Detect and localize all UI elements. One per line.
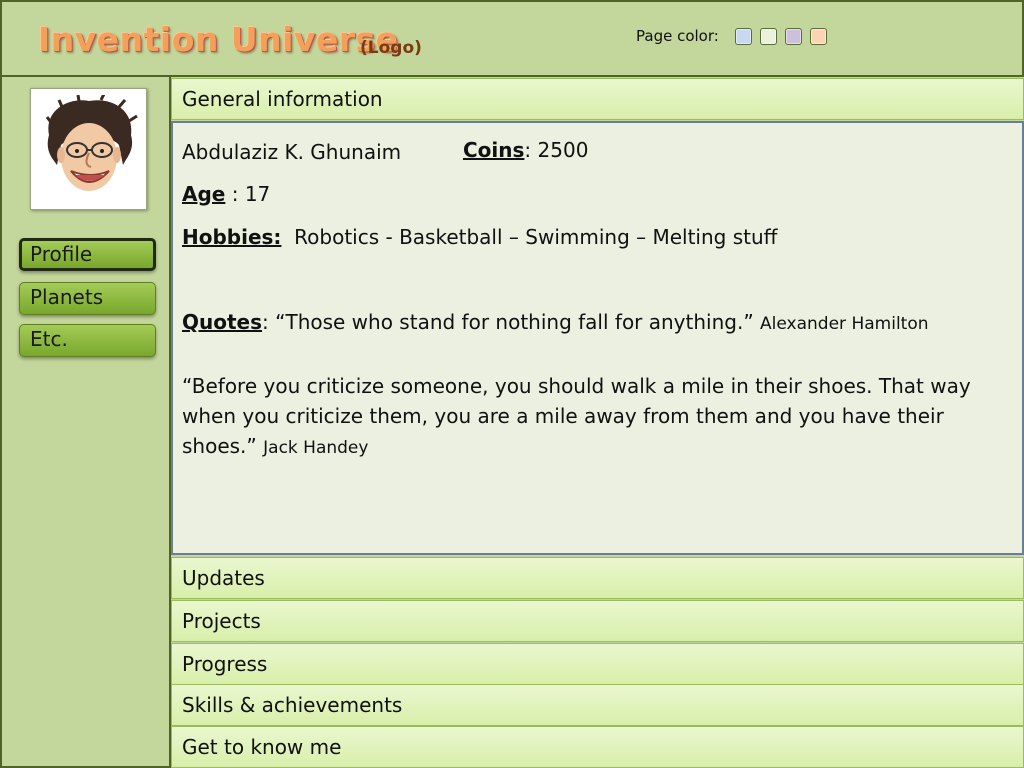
swatch-green[interactable]	[760, 28, 777, 45]
section-projects[interactable]: Projects	[171, 600, 1024, 642]
header: Invention Universe (Logo) Page color:	[0, 0, 1024, 77]
quote-2-author: Jack Handey	[263, 438, 369, 458]
quote-1-author: Alexander Hamilton	[760, 314, 929, 334]
hobbies-label: Hobbies:	[182, 225, 282, 249]
logo[interactable]: Invention Universe	[38, 20, 399, 59]
avatar	[30, 88, 147, 210]
coins-label: Coins	[463, 138, 525, 162]
page-color-label: Page color:	[636, 27, 719, 45]
quote-1-text: : “Those who stand for nothing fall for …	[262, 310, 754, 334]
quotes-label: Quotes	[182, 310, 263, 334]
sidebar: Profile Planets Etc.	[0, 77, 171, 768]
age-field: Age : 17	[182, 182, 270, 206]
section-progress[interactable]: Progress	[171, 643, 1024, 685]
swatch-blue[interactable]	[735, 28, 752, 45]
logo-subtitle: (Logo)	[360, 38, 422, 58]
section-get-to-know-me[interactable]: Get to know me	[171, 726, 1024, 768]
nav-planets[interactable]: Planets	[19, 282, 156, 315]
section-general-information[interactable]: General information	[171, 78, 1024, 120]
nav-etc[interactable]: Etc.	[19, 324, 156, 357]
swatch-purple[interactable]	[785, 28, 802, 45]
section-skills-achievements[interactable]: Skills & achievements	[171, 684, 1024, 726]
swatch-orange[interactable]	[810, 28, 827, 45]
profile-name: Abdulaziz K. Ghunaim	[182, 140, 402, 164]
coins-value: : 2500	[524, 138, 589, 162]
age-label: Age	[182, 182, 226, 206]
hobbies-value: Robotics - Basketball – Swimming – Melti…	[294, 225, 778, 249]
quote-1: Quotes: “Those who stand for nothing fal…	[182, 310, 929, 334]
nav-profile[interactable]: Profile	[19, 238, 156, 271]
age-value: : 17	[225, 182, 271, 206]
general-info-panel: Abdulaziz K. Ghunaim Coins: 2500 Age : 1…	[171, 121, 1024, 555]
caricature-portrait-icon	[45, 95, 138, 191]
hobbies-field: Hobbies: Robotics - Basketball – Swimmin…	[182, 225, 777, 249]
section-updates[interactable]: Updates	[171, 557, 1024, 599]
quote-2: “Before you criticize someone, you shoul…	[182, 371, 1012, 463]
coins-field: Coins: 2500	[463, 138, 588, 162]
color-swatches	[735, 28, 827, 45]
